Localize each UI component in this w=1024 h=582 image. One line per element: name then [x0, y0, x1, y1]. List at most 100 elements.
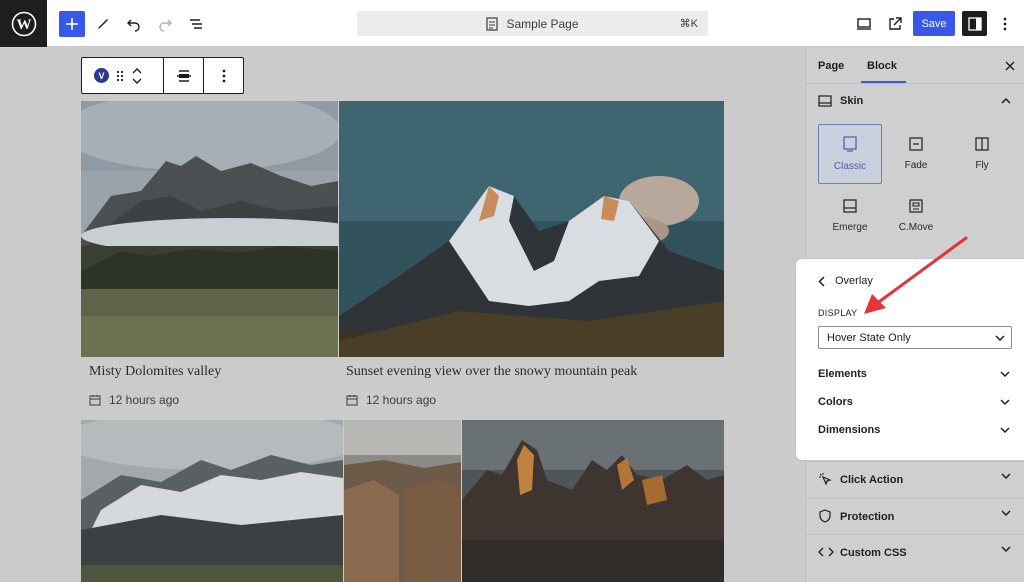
external-link-icon [889, 17, 902, 30]
document-title: Sample Page [506, 16, 579, 31]
block-toolbar: V [81, 57, 244, 94]
chevron-down-icon [1000, 427, 1010, 434]
chevron-down-icon [1001, 546, 1011, 553]
elements-section[interactable]: Elements [818, 364, 1012, 384]
overlay-settings-card: Overlay DISPLAY Hover State Only Element… [796, 259, 1024, 460]
move-up-down-icon[interactable] [131, 66, 143, 86]
snowy-range-photo [81, 420, 343, 582]
block-type-badge[interactable]: V [94, 68, 109, 83]
skin-option-classic[interactable]: Classic [818, 124, 882, 184]
sunset-peak-photo [339, 101, 724, 357]
tab-block[interactable]: Block [867, 60, 897, 72]
custom-css-panel[interactable]: Custom CSS [806, 534, 1024, 570]
elements-label: Elements [818, 368, 867, 380]
view-page-button[interactable] [882, 11, 908, 37]
colors-section[interactable]: Colors [818, 392, 1012, 412]
click-action-label: Click Action [840, 473, 904, 486]
document-overview-button[interactable] [183, 11, 209, 37]
block-toolbar-mover-group: V [82, 58, 164, 93]
dimensions-label: Dimensions [818, 424, 881, 436]
calendar-icon [89, 395, 101, 406]
gallery-image-sunset-peak[interactable] [339, 101, 724, 357]
custom-css-label: Custom CSS [840, 546, 907, 559]
undo-button[interactable] [121, 11, 147, 37]
skin-option-cmove[interactable]: C.Move [884, 186, 948, 246]
pencil-icon [98, 19, 108, 29]
chevron-down-icon [1000, 371, 1010, 378]
skin-option-label: Emerge [832, 222, 868, 233]
skin-option-label: Fade [904, 160, 928, 171]
align-center-icon [176, 69, 191, 82]
settings-toggle-button[interactable] [962, 11, 987, 36]
options-menu-button[interactable] [992, 11, 1018, 37]
align-button[interactable] [164, 58, 204, 93]
pointer-click-icon [819, 473, 832, 486]
undo-icon [127, 19, 140, 32]
click-action-panel[interactable]: Click Action [806, 461, 1024, 497]
misty-valley-photo [81, 101, 338, 357]
caption-time-text: 12 hours ago [109, 393, 180, 407]
cmove-skin-icon [909, 199, 923, 213]
rock-towers-photo [462, 420, 724, 582]
close-icon [1005, 61, 1015, 71]
more-vertical-icon [222, 69, 225, 82]
plus-icon [66, 18, 78, 30]
svg-text:W: W [16, 17, 31, 33]
overlay-title: Overlay [835, 275, 873, 287]
calendar-icon [346, 395, 358, 406]
page-icon [486, 16, 499, 31]
overlay-back-header[interactable]: Overlay [818, 275, 873, 287]
editor-canvas[interactable]: Misty Dolomites valley 12 hours ago Suns… [0, 48, 804, 582]
chevron-down-icon [995, 335, 1005, 342]
more-vertical-icon [1003, 17, 1007, 31]
gallery-image-misty-valley[interactable] [81, 101, 338, 357]
wordpress-logo-icon[interactable]: W [0, 0, 47, 47]
display-select-value: Hover State Only [827, 331, 911, 344]
skin-icon [818, 95, 832, 107]
sidebar-icon [967, 16, 982, 31]
canyon-photo [344, 420, 461, 582]
emerge-skin-icon [843, 199, 857, 213]
skin-panel-header[interactable]: Skin [806, 86, 1024, 116]
skin-option-label: Classic [833, 161, 867, 172]
display-label: DISPLAY [818, 308, 858, 318]
chevron-up-icon [1001, 97, 1011, 104]
skin-panel-title: Skin [840, 95, 864, 107]
code-icon [818, 547, 834, 557]
colors-label: Colors [818, 396, 853, 408]
add-block-button[interactable] [59, 11, 85, 37]
classic-skin-icon [843, 136, 857, 152]
drag-handle-icon[interactable] [115, 69, 125, 83]
block-options-button[interactable] [204, 58, 243, 93]
document-title-bar[interactable]: Sample Page ⌘K [357, 11, 708, 36]
display-select[interactable]: Hover State Only [818, 326, 1012, 349]
list-view-icon [190, 19, 202, 29]
command-shortcut: ⌘K [679, 18, 698, 30]
save-button[interactable]: Save [913, 11, 955, 36]
protection-panel[interactable]: Protection [806, 498, 1024, 534]
dimensions-section[interactable]: Dimensions [818, 420, 1012, 440]
chevron-down-icon [1001, 473, 1011, 480]
preview-button[interactable] [851, 11, 877, 37]
redo-icon [159, 19, 172, 32]
gallery-image-rock-towers[interactable] [462, 420, 724, 582]
gallery-image-snowy-range[interactable] [81, 420, 343, 582]
desktop-icon [857, 18, 871, 30]
close-sidebar-button[interactable] [1005, 58, 1015, 74]
chevron-left-icon [818, 275, 825, 287]
tools-button[interactable] [90, 11, 116, 37]
skin-option-emerge[interactable]: Emerge [818, 186, 882, 246]
tab-page[interactable]: Page [818, 60, 844, 72]
redo-button[interactable] [152, 11, 178, 37]
fly-skin-icon [975, 137, 989, 151]
caption-time-text: 12 hours ago [366, 393, 437, 407]
skin-option-label: C.Move [898, 222, 934, 233]
active-tab-indicator [861, 81, 906, 83]
caption-title-2: Sunset evening view over the snowy mount… [346, 364, 638, 379]
shield-icon [819, 509, 831, 523]
fade-skin-icon [909, 137, 923, 151]
skin-option-fly[interactable]: Fly [950, 124, 1014, 184]
skin-option-fade[interactable]: Fade [884, 124, 948, 184]
caption-time-2: 12 hours ago [346, 393, 436, 407]
gallery-image-canyon[interactable] [344, 420, 461, 582]
